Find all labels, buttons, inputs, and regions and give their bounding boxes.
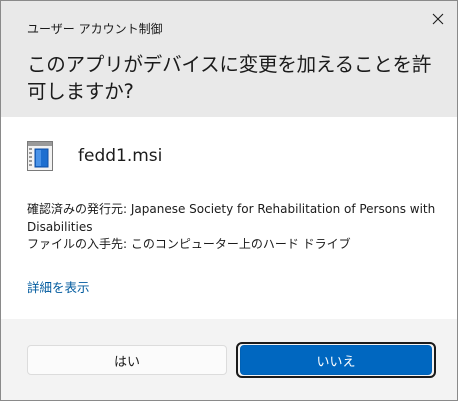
yes-button[interactable]: はい bbox=[27, 345, 227, 375]
verified-publisher: 確認済みの発行元: Japanese Society for Rehabilit… bbox=[27, 202, 436, 234]
dialog-footer: はい いいえ bbox=[1, 319, 457, 400]
installer-package-icon bbox=[27, 141, 53, 171]
close-icon bbox=[432, 13, 444, 25]
window-title: ユーザー アカウント制御 bbox=[27, 22, 163, 36]
permission-question: このアプリがデバイスに変更を加えることを許可しますか? bbox=[27, 53, 432, 103]
dialog-header: ユーザー アカウント制御 このアプリがデバイスに変更を加えることを許可しますか? bbox=[1, 1, 457, 117]
uac-dialog: ユーザー アカウント制御 このアプリがデバイスに変更を加えることを許可しますか?… bbox=[0, 0, 458, 401]
dialog-body: fedd1.msi 確認済みの発行元: Japanese Society for… bbox=[1, 117, 457, 319]
no-button[interactable]: いいえ bbox=[240, 345, 432, 375]
program-name: fedd1.msi bbox=[78, 146, 163, 166]
show-details-link[interactable]: 詳細を表示 bbox=[27, 277, 90, 296]
close-button[interactable] bbox=[421, 5, 455, 33]
file-origin: ファイルの入手先: このコンピューター上のハード ドライブ bbox=[27, 237, 351, 251]
